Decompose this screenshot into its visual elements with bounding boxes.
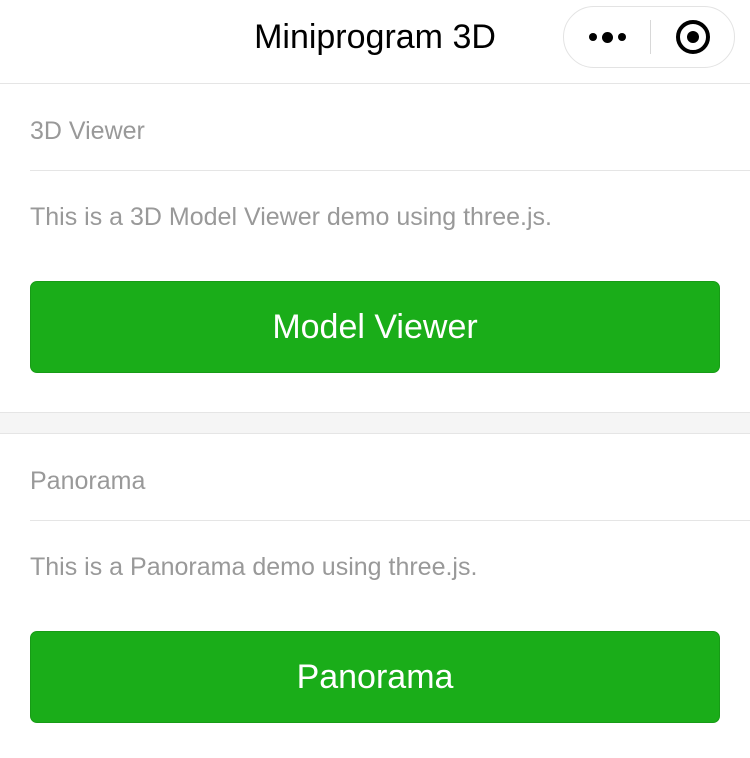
panorama-button[interactable]: Panorama — [30, 631, 720, 723]
more-dots-icon — [617, 33, 626, 41]
section-header: Panorama — [30, 434, 750, 521]
more-button[interactable] — [564, 7, 650, 67]
section-description: This is a Panorama demo using three.js. — [30, 553, 478, 581]
section-3d-viewer: 3D Viewer This is a 3D Model Viewer demo… — [0, 84, 750, 412]
section-description: This is a 3D Model Viewer demo using thr… — [30, 203, 552, 231]
more-dots-icon — [601, 31, 613, 43]
section-separator — [0, 412, 750, 434]
more-dots-icon — [588, 33, 597, 41]
navigation-bar: Miniprogram 3D — [0, 0, 750, 84]
section-panorama: Panorama This is a Panorama demo using t… — [0, 434, 750, 757]
capsule-menu — [563, 6, 735, 68]
section-header: 3D Viewer — [30, 84, 750, 171]
model-viewer-button[interactable]: Model Viewer — [30, 281, 720, 373]
capsule-close-icon — [676, 20, 710, 54]
close-miniprogram-button[interactable] — [651, 7, 735, 67]
